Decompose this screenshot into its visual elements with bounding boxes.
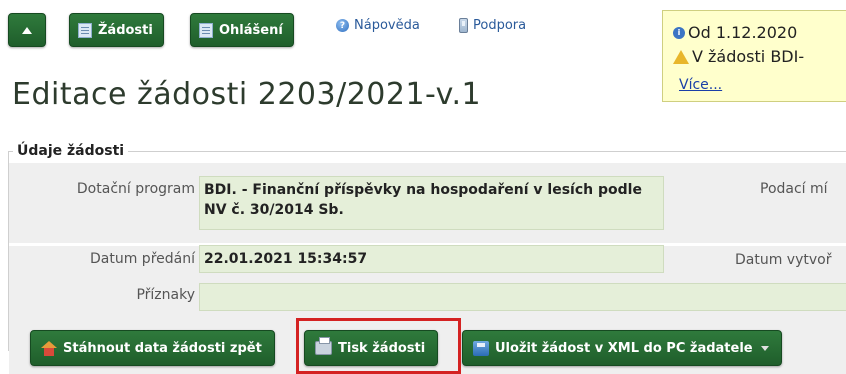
program-value: BDI. - Finanční příspěvky na hospodaření… <box>199 176 664 230</box>
print-highlight-box <box>296 318 461 374</box>
reports-button[interactable]: Ohlášení <box>190 13 294 47</box>
download-back-button[interactable]: Stáhnout data žádosti zpět <box>30 330 275 366</box>
reports-label: Ohlášení <box>219 22 283 38</box>
flags-label: Příznaky <box>136 287 195 303</box>
notice-line-1: i Od 1.12.2020 <box>673 23 797 42</box>
phone-icon <box>459 18 468 33</box>
save-icon <box>473 340 489 356</box>
house-icon <box>41 340 57 356</box>
page-title: Editace žádosti 2203/2021-v.1 <box>12 77 482 112</box>
save-xml-label: Uložit žádost v XML do PC žadatele <box>495 340 753 356</box>
handover-date-value: 22.01.2021 15:34:57 <box>199 245 664 273</box>
download-back-label: Stáhnout data žádosti zpět <box>63 340 262 356</box>
triangle-up-icon <box>22 26 32 34</box>
section-legend: Údaje žádosti <box>13 143 129 159</box>
collapse-toggle-button[interactable] <box>8 13 46 47</box>
document-icon <box>78 22 92 38</box>
help-icon: ? <box>336 19 349 32</box>
chevron-down-icon <box>760 345 769 351</box>
info-icon: i <box>673 26 685 39</box>
support-link[interactable]: Podpora <box>459 18 526 33</box>
document-icon <box>199 22 213 38</box>
help-link[interactable]: ? Nápověda <box>336 18 420 33</box>
handover-date-label: Datum předání <box>90 251 195 267</box>
more-link[interactable]: Více... <box>679 77 722 93</box>
save-xml-button[interactable]: Uložit žádost v XML do PC žadatele <box>462 330 782 366</box>
created-date-label: Datum vytvoř <box>735 252 832 268</box>
notice-line-2: V žádosti BDI- <box>673 47 804 66</box>
flags-value <box>199 283 846 311</box>
support-label: Podpora <box>473 18 527 33</box>
notice-text-2: V žádosti BDI- <box>692 47 805 66</box>
fieldset-border <box>8 151 846 152</box>
program-label: Dotační program <box>76 181 195 197</box>
notice-box: i Od 1.12.2020 V žádosti BDI- Více... <box>662 10 846 102</box>
warning-icon <box>673 49 689 64</box>
help-label: Nápověda <box>354 18 420 33</box>
requests-button[interactable]: Žádosti <box>69 13 164 47</box>
podaci-label: Podací mí <box>760 181 828 197</box>
notice-text-1: Od 1.12.2020 <box>688 23 798 42</box>
requests-label: Žádosti <box>98 22 153 38</box>
